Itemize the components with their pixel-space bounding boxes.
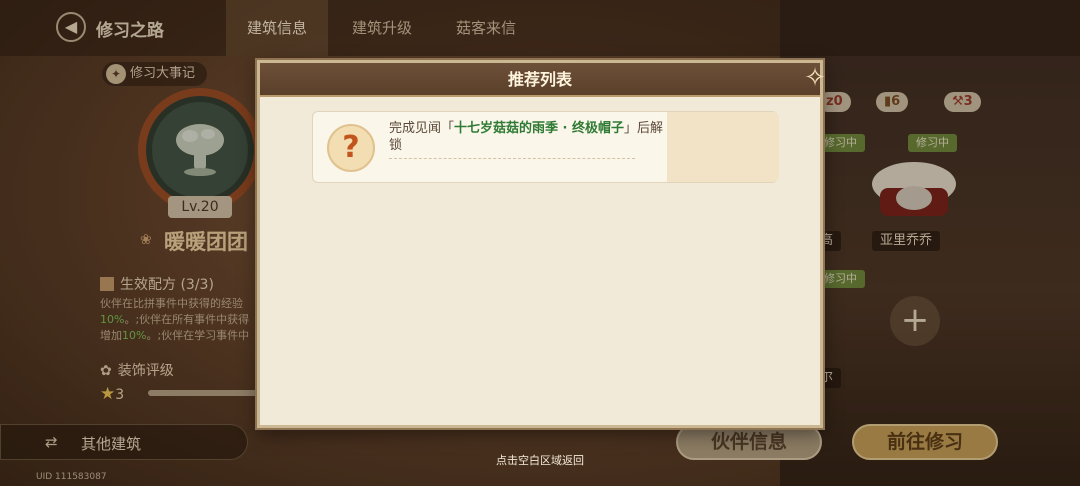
recommend-card[interactable]: ? 完成见闻「十七岁菇菇的雨季 · 终极帽子」后解锁 <box>312 111 779 183</box>
tap-to-return-hint: 点击空白区域返回 <box>496 454 584 467</box>
unlock-requirement-text: 完成见闻「十七岁菇菇的雨季 · 终极帽子」后解锁 <box>389 121 664 153</box>
recommend-list-modal: 推荐列表 ✧ ? 完成见闻「十七岁菇菇的雨季 · 终极帽子」后解锁 <box>257 60 826 428</box>
modal-title: 推荐列表 <box>507 70 572 89</box>
card-right-panel <box>667 112 779 182</box>
divider <box>389 158 635 159</box>
close-icon[interactable]: ✧ <box>798 61 832 95</box>
quest-name: 十七岁菇菇的雨季 · 终极帽子 <box>454 121 625 136</box>
question-icon: ? <box>327 124 375 172</box>
